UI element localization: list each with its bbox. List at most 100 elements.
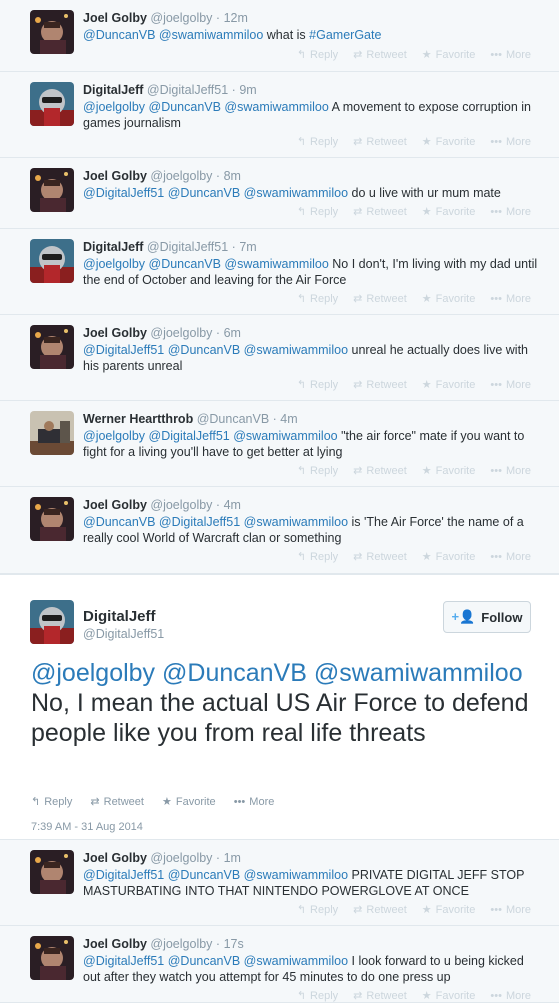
tweet[interactable]: Joel Golby @joelgolby · 12m @DuncanVB @sw… (0, 0, 559, 72)
more-button[interactable]: ••• More (490, 990, 531, 1002)
author-handle[interactable]: @joelgolby (150, 498, 212, 512)
author-handle[interactable]: @joelgolby (150, 851, 212, 865)
favorite-button[interactable]: ★ Favorite (422, 465, 476, 477)
focused-avatar[interactable] (30, 600, 74, 644)
reply-button[interactable]: ↰ Reply (297, 465, 338, 477)
mentions[interactable]: @joelgolby @DuncanVB @swamiwammiloo (83, 100, 329, 114)
tweet[interactable]: Joel Golby @joelgolby · 6m @DigitalJeff51… (0, 315, 559, 401)
focused-timestamp[interactable]: 7:39 AM - 31 Aug 2014 (31, 821, 143, 833)
author-handle[interactable]: @DigitalJeff51 (147, 83, 228, 97)
retweet-button[interactable]: ⇄ Retweet (353, 136, 407, 148)
tweet[interactable]: Werner Heartthrob @DuncanVB · 4m @joelgol… (0, 401, 559, 487)
reply-button[interactable]: ↰ Reply (297, 990, 338, 1002)
retweet-button[interactable]: ⇄ Retweet (353, 379, 407, 391)
retweet-button[interactable]: ⇄ Retweet (353, 990, 407, 1002)
author-handle[interactable]: @joelgolby (150, 11, 212, 25)
avatar[interactable] (30, 168, 74, 212)
author-handle[interactable]: @DuncanVB (197, 412, 269, 426)
mentions[interactable]: @joelgolby @DigitalJeff51 @swamiwammiloo (83, 429, 338, 443)
tweet[interactable]: DigitalJeff @DigitalJeff51 · 9m @joelgolb… (0, 72, 559, 158)
focused-mentions-line2[interactable]: @swamiwammiloo (314, 659, 523, 687)
more-button[interactable]: ••• More (490, 465, 531, 477)
tweet[interactable]: Joel Golby @joelgolby · 8m @DigitalJeff51… (0, 158, 559, 229)
retweet-button[interactable]: ⇄ Retweet (353, 206, 407, 218)
retweet-button[interactable]: ⇄ Retweet (90, 795, 144, 808)
reply-button[interactable]: ↰ Reply (297, 206, 338, 218)
mentions[interactable]: @DigitalJeff51 @DuncanVB @swamiwammiloo (83, 186, 348, 200)
avatar[interactable] (30, 936, 74, 980)
focused-author-name[interactable]: DigitalJeff (83, 608, 156, 625)
tweet-time[interactable]: 4m (224, 498, 241, 512)
follow-button[interactable]: +👤 Follow (443, 601, 531, 633)
reply-button[interactable]: ↰ Reply (297, 904, 338, 916)
more-button[interactable]: ••• More (490, 904, 531, 916)
favorite-button[interactable]: ★ Favorite (422, 379, 476, 391)
reply-button[interactable]: ↰ Reply (31, 795, 72, 808)
avatar[interactable] (30, 10, 74, 54)
tweet-time[interactable]: 8m (224, 169, 241, 183)
favorite-button[interactable]: ★ Favorite (422, 206, 476, 218)
author-name[interactable]: Joel Golby (83, 326, 147, 340)
more-button[interactable]: ••• More (234, 796, 275, 808)
author-name[interactable]: DigitalJeff (83, 240, 143, 254)
mentions[interactable]: @DigitalJeff51 @DuncanVB @swamiwammiloo (83, 868, 348, 882)
tweet-time[interactable]: 17s (224, 937, 244, 951)
author-name[interactable]: Joel Golby (83, 937, 147, 951)
favorite-button[interactable]: ★ Favorite (422, 551, 476, 563)
reply-button[interactable]: ↰ Reply (297, 136, 338, 148)
tweet-time[interactable]: 9m (239, 83, 256, 97)
reply-button[interactable]: ↰ Reply (297, 551, 338, 563)
favorite-button[interactable]: ★ Favorite (422, 293, 476, 305)
mentions[interactable]: @DuncanVB @swamiwammiloo (83, 28, 263, 42)
author-handle[interactable]: @DigitalJeff51 (147, 240, 228, 254)
tweet-time[interactable]: 4m (280, 412, 297, 426)
retweet-button[interactable]: ⇄ Retweet (353, 49, 407, 61)
avatar[interactable] (30, 325, 74, 369)
avatar[interactable] (30, 411, 74, 455)
favorite-button[interactable]: ★ Favorite (422, 49, 476, 61)
tweet-time[interactable]: 12m (224, 11, 248, 25)
author-name[interactable]: Joel Golby (83, 851, 147, 865)
author-handle[interactable]: @joelgolby (150, 937, 212, 951)
tweet-time[interactable]: 1m (224, 851, 241, 865)
avatar[interactable] (30, 850, 74, 894)
tweet[interactable]: Joel Golby @joelgolby · 1m @DigitalJeff51… (0, 840, 559, 926)
author-handle[interactable]: @joelgolby (150, 169, 212, 183)
tweet[interactable]: Joel Golby @joelgolby · 4m @DuncanVB @Dig… (0, 487, 559, 574)
mentions[interactable]: @joelgolby @DuncanVB @swamiwammiloo (83, 257, 329, 271)
favorite-button[interactable]: ★ Favorite (422, 990, 476, 1002)
avatar[interactable] (30, 497, 74, 541)
more-button[interactable]: ••• More (490, 379, 531, 391)
more-button[interactable]: ••• More (490, 551, 531, 563)
tweet-time[interactable]: 6m (224, 326, 241, 340)
author-name[interactable]: Joel Golby (83, 498, 147, 512)
mentions[interactable]: @DigitalJeff51 @DuncanVB @swamiwammiloo (83, 954, 348, 968)
author-handle[interactable]: @joelgolby (150, 326, 212, 340)
reply-button[interactable]: ↰ Reply (297, 49, 338, 61)
mentions[interactable]: @DuncanVB @DigitalJeff51 @swamiwammiloo (83, 515, 348, 529)
hashtag-link[interactable]: #GamerGate (309, 28, 381, 42)
tweet-time[interactable]: 7m (239, 240, 256, 254)
focused-mentions-line1[interactable]: @joelgolby @DuncanVB (31, 659, 307, 687)
favorite-button[interactable]: ★ Favorite (422, 904, 476, 916)
avatar[interactable] (30, 239, 74, 283)
retweet-button[interactable]: ⇄ Retweet (353, 904, 407, 916)
more-button[interactable]: ••• More (490, 206, 531, 218)
retweet-button[interactable]: ⇄ Retweet (353, 551, 407, 563)
more-button[interactable]: ••• More (490, 136, 531, 148)
author-name[interactable]: Joel Golby (83, 11, 147, 25)
more-button[interactable]: ••• More (490, 293, 531, 305)
reply-button[interactable]: ↰ Reply (297, 293, 338, 305)
author-name[interactable]: DigitalJeff (83, 83, 143, 97)
tweet[interactable]: Joel Golby @joelgolby · 17s @DigitalJeff5… (0, 926, 559, 1003)
retweet-button[interactable]: ⇄ Retweet (353, 293, 407, 305)
mentions[interactable]: @DigitalJeff51 @DuncanVB @swamiwammiloo (83, 343, 348, 357)
avatar[interactable] (30, 82, 74, 126)
more-button[interactable]: ••• More (490, 49, 531, 61)
reply-button[interactable]: ↰ Reply (297, 379, 338, 391)
retweet-button[interactable]: ⇄ Retweet (353, 465, 407, 477)
tweet[interactable]: DigitalJeff @DigitalJeff51 · 7m @joelgolb… (0, 229, 559, 315)
focused-author-handle[interactable]: @DigitalJeff51 (83, 627, 164, 641)
favorite-button[interactable]: ★ Favorite (162, 795, 216, 808)
author-name[interactable]: Werner Heartthrob (83, 412, 193, 426)
